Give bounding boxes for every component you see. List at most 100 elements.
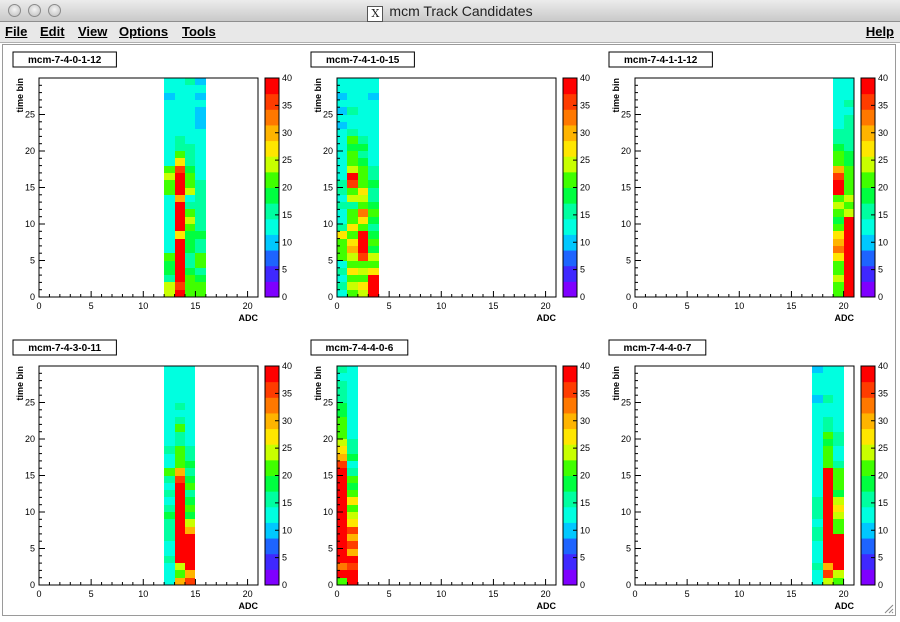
color-scale-label: 40 xyxy=(878,361,888,371)
histogram-pad[interactable]: 0 5 10 15 20 0 5 10 15 20 25 ADC time bin mcm-7-4-0-1… xyxy=(12,51,292,323)
histogram-bin xyxy=(164,180,175,188)
histogram-pad[interactable]: 0 5 10 15 20 0 5 10 15 20 25 ADC time bin mcm-7-4-4-0… xyxy=(310,339,590,611)
histogram-bin xyxy=(175,527,185,534)
histogram-bin xyxy=(844,107,854,115)
histogram-bin xyxy=(358,166,368,173)
histogram-bin xyxy=(347,432,358,439)
histogram-bin xyxy=(833,403,844,410)
histogram-bin xyxy=(833,381,844,388)
histogram-bin xyxy=(833,417,844,424)
menu-options[interactable]: Options xyxy=(119,24,168,39)
histogram-bin xyxy=(175,158,185,166)
histogram-bin xyxy=(347,512,358,519)
histogram-bin xyxy=(337,454,347,461)
color-scale-band xyxy=(563,203,577,220)
histogram-bin xyxy=(358,195,368,202)
histogram-bin xyxy=(812,417,823,424)
histogram-bin xyxy=(347,188,358,195)
histogram-bin xyxy=(337,476,347,483)
histogram-bin xyxy=(844,78,854,85)
histogram-bin xyxy=(833,549,844,556)
histogram-pad[interactable]: 0 5 10 15 20 0 5 10 15 20 25 ADC time bin mcm-7-4-1-1… xyxy=(608,51,888,323)
histogram-bin xyxy=(175,188,185,195)
histogram-bin xyxy=(337,439,347,446)
color-scale-band xyxy=(563,569,577,586)
y-tick-label: 20 xyxy=(621,434,631,444)
histogram-bin xyxy=(337,468,347,476)
histogram-bin xyxy=(164,85,175,93)
color-scale-band xyxy=(861,78,875,95)
histogram-bin xyxy=(337,366,347,373)
root-canvas[interactable]: 0 5 10 15 20 0 5 10 15 20 25 ADC time bin mcm-7-4-0-1… xyxy=(2,44,896,616)
histogram-bin xyxy=(337,541,347,549)
histogram-bin xyxy=(368,122,379,129)
histogram-bin xyxy=(164,122,175,129)
histogram-bin xyxy=(347,556,358,563)
y-tick-label: 25 xyxy=(323,110,333,120)
histogram-bin xyxy=(164,439,175,446)
x-axis-label: ADC xyxy=(835,313,855,323)
menu-tools[interactable]: Tools xyxy=(182,24,216,39)
histogram-bin xyxy=(833,454,844,461)
histogram-bin xyxy=(164,115,175,122)
histogram-bin xyxy=(185,100,195,107)
histogram-bin xyxy=(195,173,206,180)
histogram-bin xyxy=(164,290,175,297)
histogram-bin xyxy=(347,446,358,454)
histogram-bin xyxy=(164,446,175,454)
menu-edit[interactable]: Edit xyxy=(40,24,65,39)
x-tick-label: 5 xyxy=(387,301,392,311)
histogram-bin xyxy=(185,93,195,100)
histogram-pad[interactable]: 0 5 10 15 20 0 5 10 15 20 25 ADC time bin mcm-7-4-1-0… xyxy=(310,51,590,323)
y-tick-label: 15 xyxy=(25,471,35,481)
color-scale-label: 35 xyxy=(878,388,888,398)
histogram-bin xyxy=(823,417,833,424)
histogram-bin xyxy=(833,541,844,549)
histogram-grid[interactable]: 0 5 10 15 20 0 5 10 15 20 25 ADC time bin mcm-7-4-0-1… xyxy=(3,45,895,615)
histogram-bin xyxy=(164,231,175,239)
x-tick-label: 10 xyxy=(734,589,744,599)
menu-view[interactable]: View xyxy=(78,24,107,39)
histogram-bin xyxy=(358,282,368,290)
x-axis-label: ADC xyxy=(537,601,557,611)
histogram-bin xyxy=(347,151,358,158)
histogram-bin xyxy=(368,275,379,282)
histogram-bin xyxy=(368,78,379,85)
histogram-pad[interactable]: 0 5 10 15 20 0 5 10 15 20 25 ADC time bin mcm-7-4-4-0… xyxy=(608,339,888,611)
color-scale-band xyxy=(265,569,279,586)
menu-help[interactable]: Help xyxy=(866,24,894,39)
color-scale-band xyxy=(265,265,279,282)
y-tick-label: 20 xyxy=(323,146,333,156)
pad-title: mcm-7-4-1-1-12 xyxy=(624,55,698,66)
color-scale-label: 15 xyxy=(282,210,292,220)
histogram-bin xyxy=(185,570,195,578)
histogram-pad[interactable]: 0 5 10 15 20 0 5 10 15 20 25 ADC time bin mcm-7-4-3-0… xyxy=(12,339,292,611)
histogram-bin xyxy=(337,188,347,195)
x-tick-label: 15 xyxy=(488,589,498,599)
histogram-bin xyxy=(347,373,358,381)
resize-grip-icon[interactable] xyxy=(882,602,894,614)
plot-frame xyxy=(336,365,557,586)
histogram-bin xyxy=(164,217,175,224)
histogram-bin xyxy=(175,432,185,439)
color-scale-band xyxy=(563,218,577,235)
histogram-bin xyxy=(164,151,175,158)
histogram-bin xyxy=(347,439,358,446)
histogram-bin xyxy=(164,519,175,527)
histogram-bin xyxy=(812,483,823,490)
histogram-bin xyxy=(164,570,175,578)
histogram-bin xyxy=(358,246,368,253)
color-scale-band xyxy=(265,366,279,383)
histogram-bin xyxy=(844,115,854,122)
histogram-bin xyxy=(368,144,379,151)
histogram-bin xyxy=(833,209,844,217)
histogram-bin xyxy=(358,115,368,122)
histogram-bin xyxy=(833,461,844,468)
menu-file[interactable]: File xyxy=(5,24,27,39)
histogram-bin xyxy=(195,209,206,217)
color-scale-label: 35 xyxy=(282,388,292,398)
histogram-bin xyxy=(823,388,833,395)
color-scale-label: 25 xyxy=(580,443,590,453)
histogram-bin xyxy=(175,424,185,432)
histogram-bin xyxy=(337,107,347,115)
